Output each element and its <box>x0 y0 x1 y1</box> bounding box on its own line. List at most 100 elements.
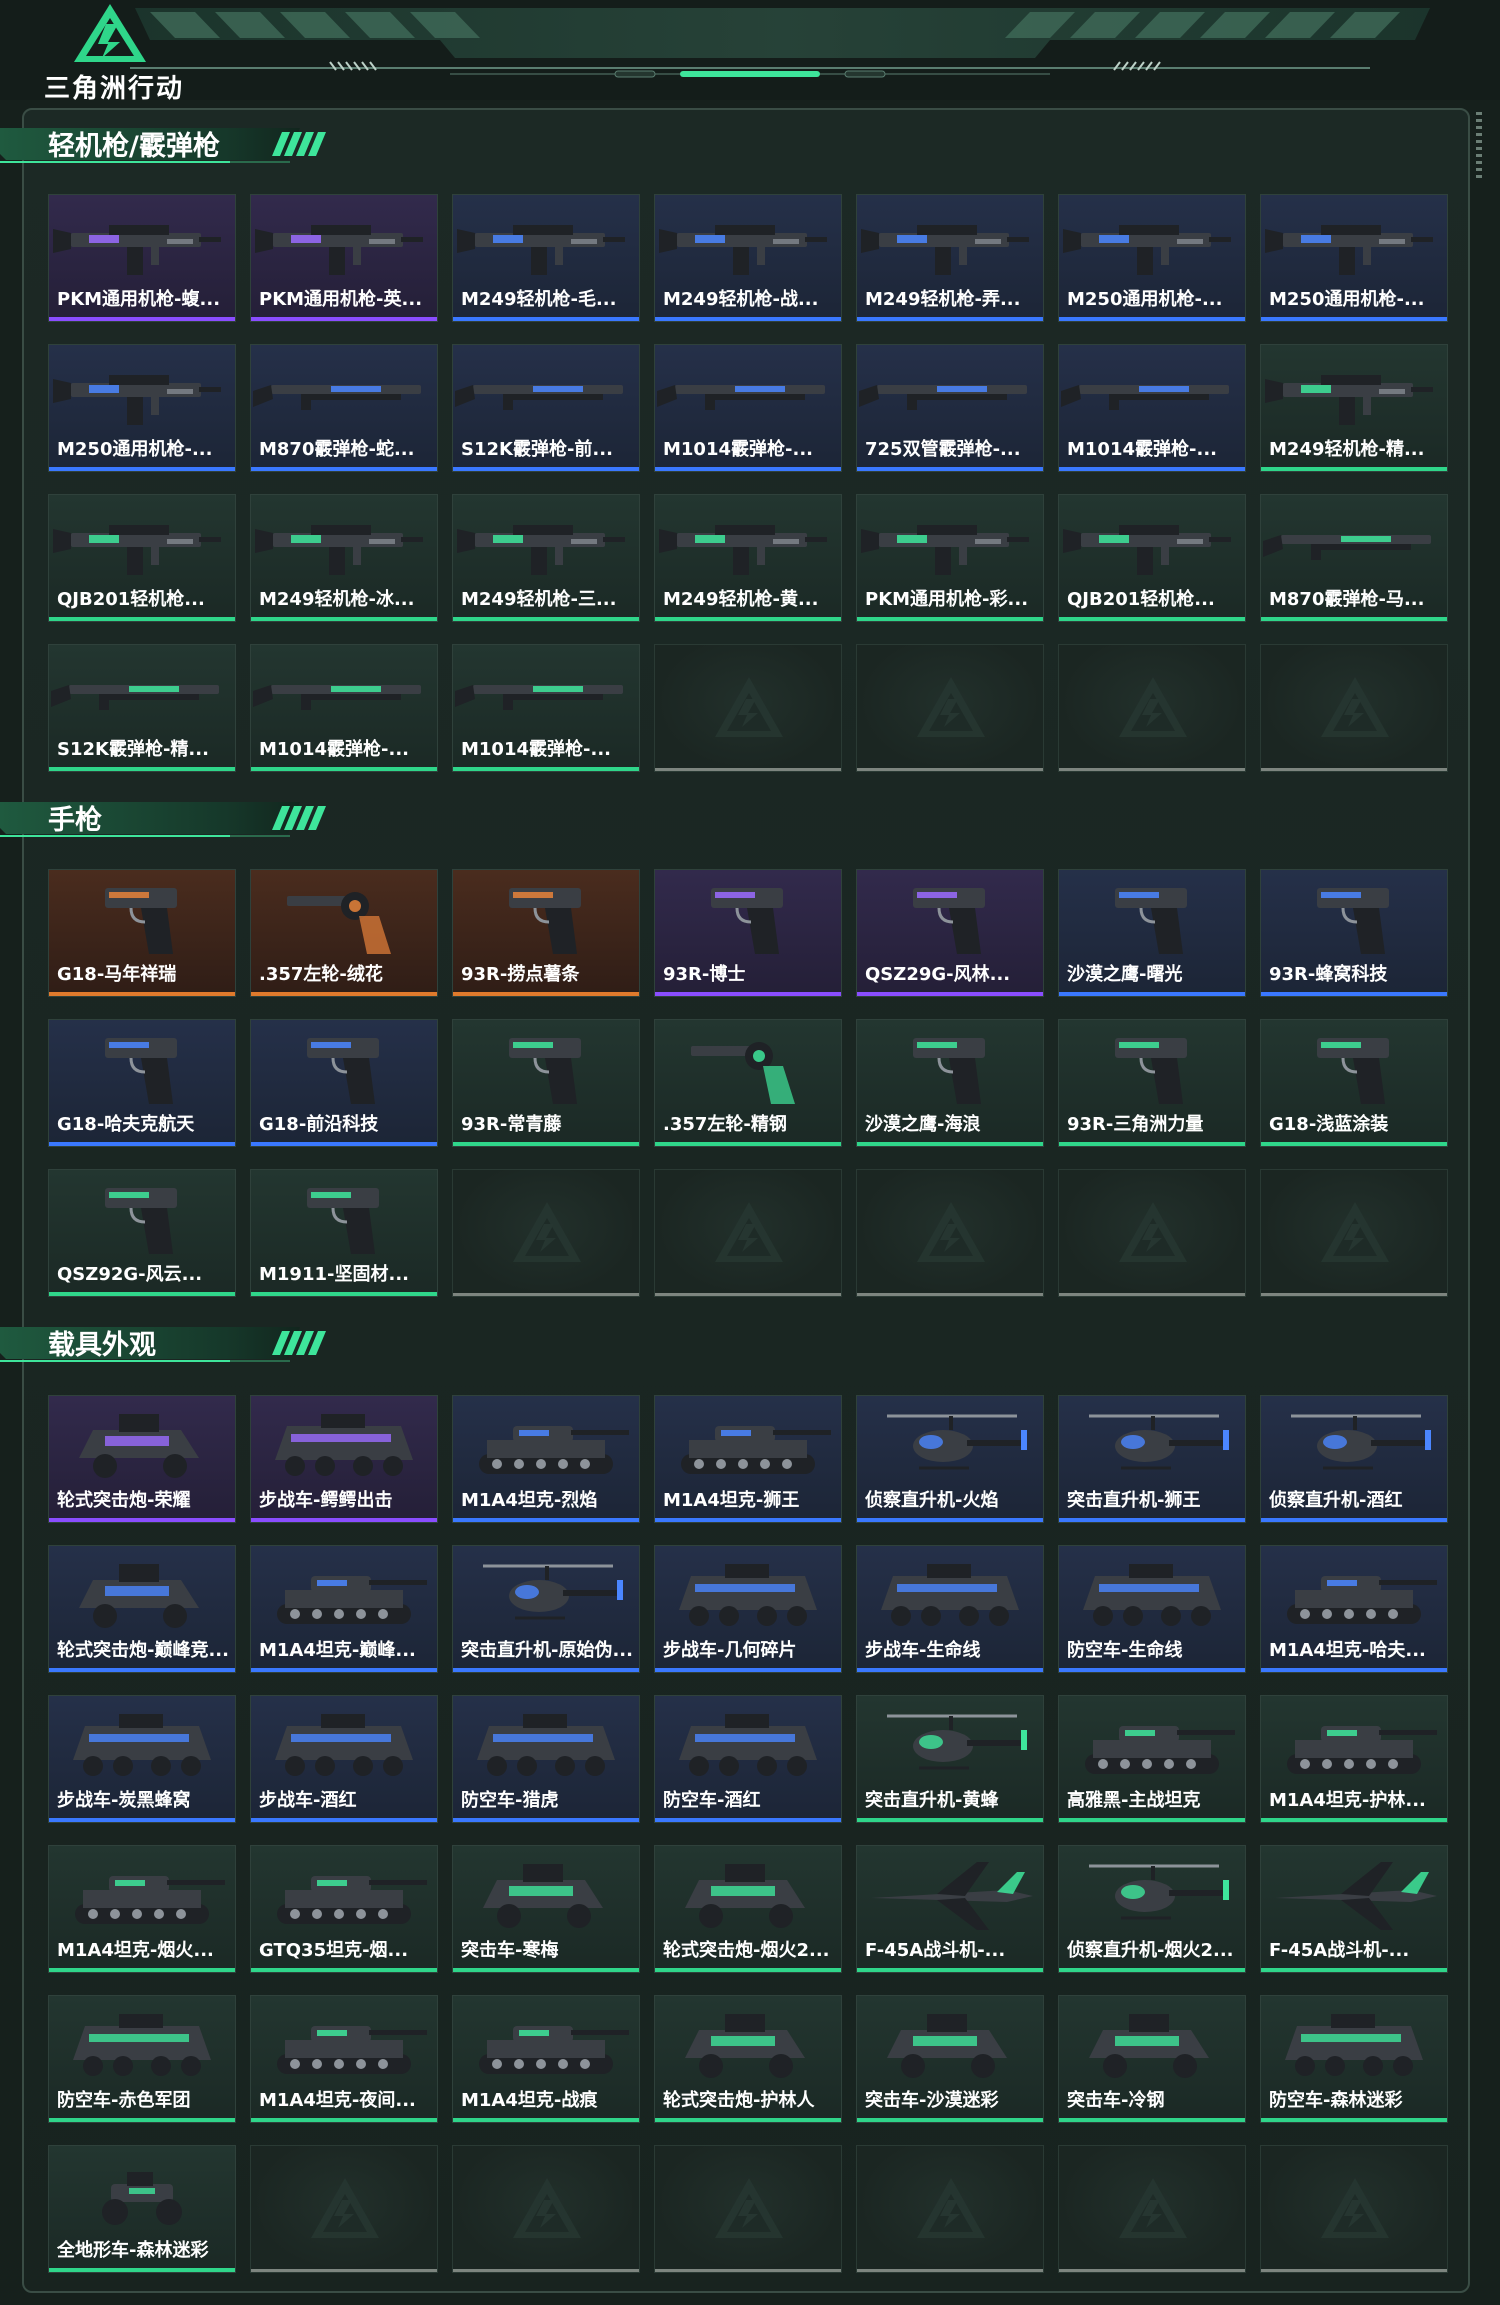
skin-card[interactable]: S12K霰弹枪-前... <box>452 344 640 472</box>
skin-card[interactable]: M249轻机枪-黄... <box>654 494 842 622</box>
skin-name: 突击直升机-黄蜂 <box>865 1790 999 1811</box>
skin-card[interactable]: 725双管霰弹枪-... <box>856 344 1044 472</box>
skin-card[interactable]: 93R-常青藤 <box>452 1019 640 1147</box>
skin-card[interactable]: PKM通用机枪-蝮... <box>48 194 236 322</box>
skin-card[interactable]: .357左轮-精钢 <box>654 1019 842 1147</box>
skin-card[interactable]: M1A4坦克-狮王 <box>654 1395 842 1523</box>
skin-card[interactable]: 沙漠之鹰-曙光 <box>1058 869 1246 997</box>
rarity-bar <box>49 2268 235 2272</box>
skin-card[interactable]: 突击直升机-原始伪... <box>452 1545 640 1673</box>
skin-card[interactable]: M1A4坦克-战痕 <box>452 1995 640 2123</box>
skin-card[interactable]: M870霰弹枪-马... <box>1260 494 1448 622</box>
skin-card[interactable]: M250通用机枪-... <box>1058 194 1246 322</box>
skin-card[interactable]: 侦察直升机-烟火2... <box>1058 1845 1246 1973</box>
skin-card[interactable]: M1014霰弹枪-... <box>250 644 438 772</box>
skin-card[interactable]: F-45A战斗机-... <box>1260 1845 1448 1973</box>
skin-card[interactable]: S12K霰弹枪-精... <box>48 644 236 772</box>
skin-card[interactable]: 步战车-鳄鳄出击 <box>250 1395 438 1523</box>
skin-card[interactable]: 高雅黑-主战坦克 <box>1058 1695 1246 1823</box>
skin-card[interactable]: 轮式突击炮-烟火2... <box>654 1845 842 1973</box>
skin-card[interactable]: M1A4坦克-烈焰 <box>452 1395 640 1523</box>
empty-slot-placeholder <box>1317 2174 1393 2244</box>
skin-card[interactable]: G18-浅蓝涂装 <box>1260 1019 1448 1147</box>
skin-card[interactable]: 沙漠之鹰-海浪 <box>856 1019 1044 1147</box>
skin-card[interactable]: 轮式突击炮-护林人 <box>654 1995 842 2123</box>
skin-card[interactable]: 侦察直升机-火焰 <box>856 1395 1044 1523</box>
skin-card[interactable]: 防空车-赤色军团 <box>48 1995 236 2123</box>
skin-name: 防空车-酒红 <box>663 1790 761 1811</box>
skin-card[interactable]: M1A4坦克-哈夫... <box>1260 1545 1448 1673</box>
rarity-bar <box>251 1818 437 1822</box>
skin-card[interactable]: 防空车-生命线 <box>1058 1545 1246 1673</box>
skin-card[interactable]: 轮式突击炮-荣耀 <box>48 1395 236 1523</box>
skin-card[interactable]: M250通用机枪-... <box>48 344 236 472</box>
skin-name: GTQ35坦克-烟... <box>259 1940 409 1961</box>
skin-card[interactable]: M1014霰弹枪-... <box>452 644 640 772</box>
skin-card[interactable]: 步战车-酒红 <box>250 1695 438 1823</box>
skin-card[interactable]: QJB201轻机枪... <box>48 494 236 622</box>
skin-card[interactable]: M249轻机枪-战... <box>654 194 842 322</box>
skin-card[interactable]: 防空车-猎虎 <box>452 1695 640 1823</box>
pistol-icon <box>251 1020 437 1116</box>
skin-card[interactable]: M250通用机枪-... <box>1260 194 1448 322</box>
skin-card[interactable]: M1014霰弹枪-... <box>1058 344 1246 472</box>
skin-card[interactable]: M249轻机枪-弄... <box>856 194 1044 322</box>
skin-card[interactable]: 突击直升机-黄蜂 <box>856 1695 1044 1823</box>
rarity-bar <box>857 317 1043 321</box>
skin-card[interactable]: G18-哈夫克航天 <box>48 1019 236 1147</box>
skin-card[interactable]: 防空车-酒红 <box>654 1695 842 1823</box>
skin-card[interactable]: M249轻机枪-三... <box>452 494 640 622</box>
skin-card[interactable]: M1A4坦克-巅峰... <box>250 1545 438 1673</box>
skin-name: G18-前沿科技 <box>259 1114 379 1135</box>
skin-card[interactable]: 突击车-冷钢 <box>1058 1995 1246 2123</box>
skin-card[interactable]: 侦察直升机-酒红 <box>1260 1395 1448 1523</box>
atv-icon <box>49 2146 235 2242</box>
skin-card[interactable]: 步战车-生命线 <box>856 1545 1044 1673</box>
empty-slot <box>654 1169 842 1297</box>
skin-card[interactable]: PKM通用机枪-彩... <box>856 494 1044 622</box>
skin-card[interactable]: 步战车-几何碎片 <box>654 1545 842 1673</box>
skin-card[interactable]: F-45A战斗机-... <box>856 1845 1044 1973</box>
scrollbar[interactable] <box>1476 112 1482 182</box>
rarity-bar <box>453 1818 639 1822</box>
skin-card[interactable]: 步战车-炭黑蜂窝 <box>48 1695 236 1823</box>
skin-card[interactable]: M1A4坦克-护林... <box>1260 1695 1448 1823</box>
skin-card[interactable]: QSZ29G-风林... <box>856 869 1044 997</box>
empty-slot-logo-icon <box>1119 1202 1187 1262</box>
skin-card[interactable]: PKM通用机枪-英... <box>250 194 438 322</box>
skin-card[interactable]: M870霰弹枪-蛇... <box>250 344 438 472</box>
skin-card[interactable]: M1A4坦克-烟火... <box>48 1845 236 1973</box>
skin-name: M1014霰弹枪-... <box>663 439 813 460</box>
skin-name: 侦察直升机-烟火2... <box>1067 1940 1234 1961</box>
skin-card[interactable]: 突击直升机-狮王 <box>1058 1395 1246 1523</box>
tank-icon <box>251 1546 437 1642</box>
skin-card[interactable]: G18-前沿科技 <box>250 1019 438 1147</box>
skin-card[interactable]: M249轻机枪-精... <box>1260 344 1448 472</box>
skin-card[interactable]: QSZ92G-风云... <box>48 1169 236 1297</box>
apc-icon <box>655 1546 841 1642</box>
skin-card[interactable]: 突击车-沙漠迷彩 <box>856 1995 1044 2123</box>
skin-card[interactable]: G18-马年祥瑞 <box>48 869 236 997</box>
skin-card[interactable]: M1014霰弹枪-... <box>654 344 842 472</box>
rarity-bar <box>857 992 1043 996</box>
skin-card[interactable]: 93R-博士 <box>654 869 842 997</box>
banner-decoration <box>0 0 1500 100</box>
pistol-icon <box>49 1020 235 1116</box>
skin-card[interactable]: .357左轮-绒花 <box>250 869 438 997</box>
skin-card[interactable]: M249轻机枪-冰... <box>250 494 438 622</box>
skin-card[interactable]: M1911-坚固材... <box>250 1169 438 1297</box>
skin-card[interactable]: QJB201轻机枪... <box>1058 494 1246 622</box>
skin-card[interactable]: 93R-捞点薯条 <box>452 869 640 997</box>
skin-card[interactable]: 93R-三角洲力量 <box>1058 1019 1246 1147</box>
skin-card[interactable]: M249轻机枪-毛... <box>452 194 640 322</box>
skin-card[interactable]: 93R-蜂窝科技 <box>1260 869 1448 997</box>
rarity-bar <box>655 2118 841 2122</box>
skin-card[interactable]: 防空车-森林迷彩 <box>1260 1995 1448 2123</box>
skin-card[interactable]: GTQ35坦克-烟... <box>250 1845 438 1973</box>
skin-card[interactable]: 突击车-寒梅 <box>452 1845 640 1973</box>
skin-card[interactable]: 全地形车-森林迷彩 <box>48 2145 236 2273</box>
skin-card[interactable]: M1A4坦克-夜间... <box>250 1995 438 2123</box>
skin-name: 93R-博士 <box>663 964 746 985</box>
rarity-bar <box>251 1518 437 1522</box>
skin-card[interactable]: 轮式突击炮-巅峰竞... <box>48 1545 236 1673</box>
